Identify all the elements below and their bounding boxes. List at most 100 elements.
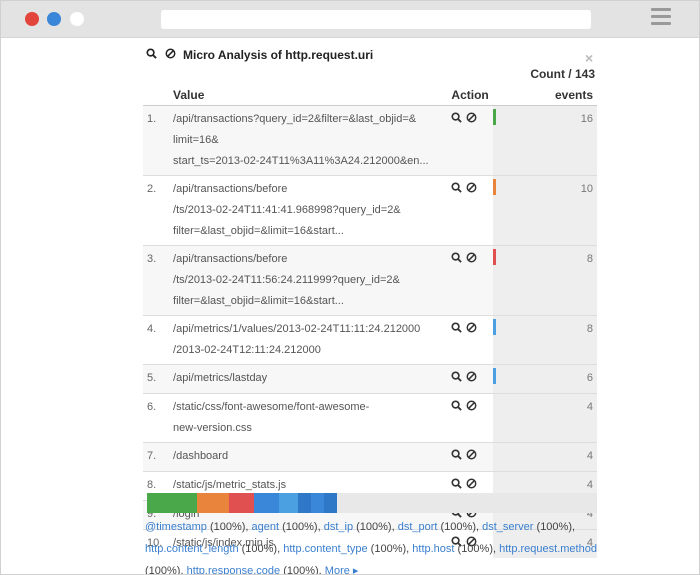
row-events: 8: [492, 315, 597, 365]
ban-icon[interactable]: [466, 182, 477, 196]
maximize-window-dot[interactable]: [70, 12, 84, 26]
row-events: 4: [492, 442, 597, 472]
row-actions: [447, 315, 493, 365]
value-line: limit=16&: [173, 134, 219, 146]
value-line: filter=&last_objid=&limit=16&start...: [173, 225, 344, 237]
value-line: /api/metrics/1/values/2013-02-24T11:11:2…: [173, 323, 421, 335]
minimize-window-dot[interactable]: [47, 12, 61, 26]
distribution-segment[interactable]: [254, 493, 279, 513]
distribution-segment[interactable]: [279, 493, 298, 513]
event-count: 4: [586, 479, 593, 491]
row-value[interactable]: /api/transactions/before/ts/2013-02-24T1…: [169, 245, 448, 316]
search-icon[interactable]: [451, 478, 463, 492]
row-color-bar: [492, 179, 496, 195]
search-icon[interactable]: [451, 449, 463, 463]
value-header[interactable]: Value: [169, 85, 448, 106]
row-actions: [447, 393, 493, 443]
field-percent: (100%),: [454, 543, 500, 555]
row-index: 4.: [143, 315, 170, 365]
event-count: 6: [586, 372, 593, 384]
distribution-segment[interactable]: [311, 493, 324, 513]
ban-icon[interactable]: [466, 322, 477, 336]
value-line: /api/metrics/lastday: [173, 372, 268, 384]
ban-icon[interactable]: [165, 48, 181, 62]
row-color-bar: [492, 249, 496, 265]
field-list: @timestamp (100%), agent (100%), dst_ip …: [145, 516, 605, 575]
field-link[interactable]: http.host: [412, 543, 454, 555]
row-events: 8: [492, 245, 597, 316]
row-actions: [447, 364, 493, 394]
field-percent: (100%),: [279, 521, 324, 533]
row-index: 5.: [143, 364, 170, 394]
table-row: 7./dashboard 4: [143, 442, 597, 472]
row-events: 16: [492, 105, 597, 176]
close-window-dot[interactable]: [25, 12, 39, 26]
event-count: 4: [586, 401, 593, 413]
ban-icon[interactable]: [466, 400, 477, 414]
events-header[interactable]: events: [492, 85, 597, 106]
field-percent: (100%),: [533, 521, 576, 533]
row-value[interactable]: /api/metrics/lastday: [169, 364, 448, 394]
value-line: filter=&last_objid=&limit=16&start...: [173, 295, 344, 307]
search-icon[interactable]: [451, 112, 463, 126]
row-value[interactable]: /dashboard: [169, 442, 448, 472]
ban-icon[interactable]: [466, 112, 477, 126]
browser-window: Micro Analysis of http.request.uri × Cou…: [0, 0, 700, 575]
field-link[interactable]: @timestamp: [145, 521, 207, 533]
distribution-segment[interactable]: [147, 493, 197, 513]
row-value[interactable]: /static/css/font-awesome/font-awesome-ne…: [169, 393, 448, 443]
more-link[interactable]: More ▸: [325, 565, 359, 574]
search-icon[interactable]: [451, 252, 463, 266]
field-link[interactable]: dst_port: [398, 521, 438, 533]
row-value[interactable]: /api/metrics/1/values/2013-02-24T11:11:2…: [169, 315, 448, 365]
event-count: 8: [586, 323, 593, 335]
distribution-segment[interactable]: [324, 493, 337, 513]
address-bar[interactable]: [161, 10, 591, 29]
search-icon[interactable]: [451, 371, 463, 385]
row-actions: [447, 175, 493, 246]
search-icon[interactable]: [146, 48, 162, 62]
field-link[interactable]: dst_server: [482, 521, 533, 533]
ban-icon[interactable]: [466, 478, 477, 492]
search-icon[interactable]: [451, 182, 463, 196]
row-color-bar: [492, 368, 496, 384]
distribution-segment[interactable]: [298, 493, 311, 513]
value-line: /api/transactions?query_id=2&filter=&las…: [173, 113, 417, 125]
distribution-segment[interactable]: [229, 493, 254, 513]
table-row: 3./api/transactions/before/ts/2013-02-24…: [143, 245, 597, 316]
ban-icon[interactable]: [466, 252, 477, 266]
value-line: /static/css/font-awesome/font-awesome-: [173, 401, 370, 413]
value-line: new-version.css: [173, 422, 252, 434]
row-color-bar: [492, 319, 496, 335]
hamburger-menu-icon[interactable]: [651, 8, 671, 29]
ban-icon[interactable]: [466, 371, 477, 385]
row-index: 3.: [143, 245, 170, 316]
field-link[interactable]: http.content_length: [145, 543, 239, 555]
micro-analysis-panel: Micro Analysis of http.request.uri × Cou…: [143, 45, 603, 558]
value-line: /api/transactions/before: [173, 253, 288, 265]
event-count: 16: [580, 113, 593, 125]
value-line: /2013-02-24T12:11:24.212000: [173, 344, 321, 356]
count-label: Count / 143: [530, 67, 595, 81]
field-link[interactable]: http.response.code: [187, 565, 281, 574]
row-events: 6: [492, 364, 597, 394]
event-count: 10: [580, 183, 593, 195]
row-value[interactable]: /api/transactions?query_id=2&filter=&las…: [169, 105, 448, 176]
ban-icon[interactable]: [466, 449, 477, 463]
field-percent: (100%),: [238, 543, 284, 555]
distribution-segment[interactable]: [197, 493, 229, 513]
search-icon[interactable]: [451, 322, 463, 336]
row-value[interactable]: /api/transactions/before/ts/2013-02-24T1…: [169, 175, 448, 246]
event-count: 4: [586, 450, 593, 462]
field-percent: (100%),: [145, 565, 187, 575]
field-link[interactable]: agent: [252, 521, 280, 533]
field-link[interactable]: dst_ip: [324, 521, 353, 533]
close-icon[interactable]: ×: [585, 50, 593, 66]
table-row: 2./api/transactions/before/ts/2013-02-24…: [143, 175, 597, 246]
action-header: Action: [447, 85, 493, 106]
field-link[interactable]: http.content_type: [283, 543, 367, 555]
panel-title: Micro Analysis of http.request.uri: [183, 48, 374, 62]
field-link[interactable]: http.request.method: [499, 543, 597, 555]
panel-header: Micro Analysis of http.request.uri: [143, 45, 603, 65]
search-icon[interactable]: [451, 400, 463, 414]
